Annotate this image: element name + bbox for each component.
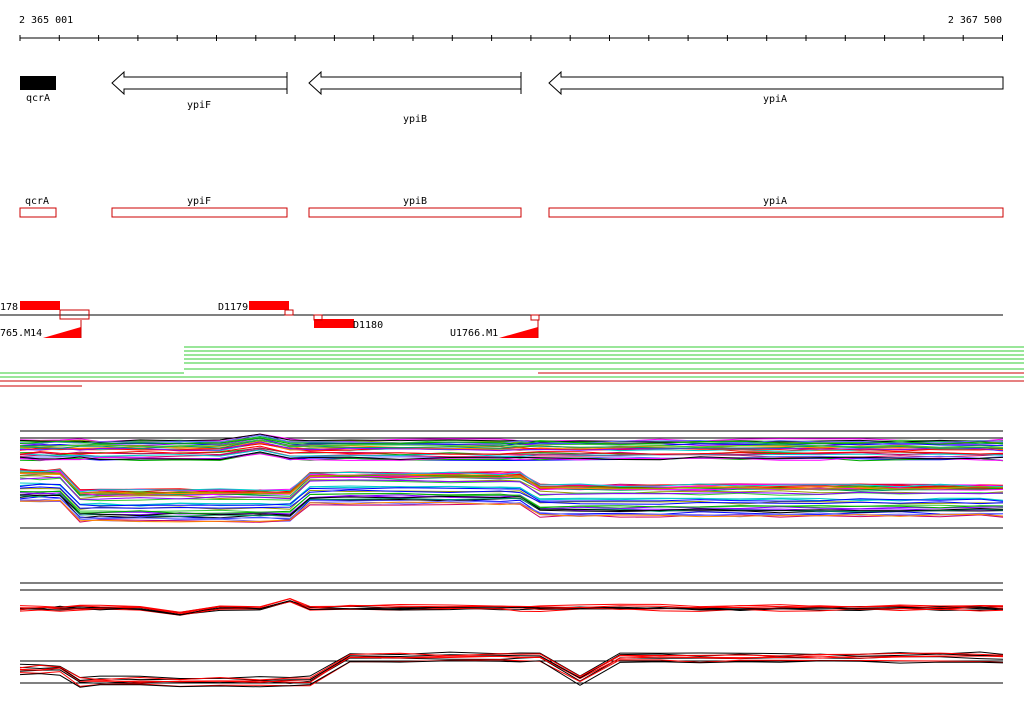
panel2-traces xyxy=(19,597,1004,688)
region-178-label: 178 xyxy=(0,302,18,313)
gene-qcrA-block[interactable] xyxy=(20,76,56,90)
panel2-trace-lower xyxy=(19,659,1004,687)
annot-ypiA-label: ypiA xyxy=(763,196,787,207)
gene-ypiB-arrow[interactable] xyxy=(308,70,522,96)
region-D1180-label: D1180 xyxy=(353,320,383,331)
region-D1179-label: D1179 xyxy=(218,302,248,313)
region-765-wedge xyxy=(43,327,81,338)
gene-ypiF-arrow[interactable] xyxy=(111,70,288,96)
annot-ypiF-label: ypiF xyxy=(187,196,211,207)
gene-qcrA-label: qcrA xyxy=(26,93,50,104)
annot-qcrA-box[interactable] xyxy=(19,207,57,218)
gene-ypiF-label: ypiF xyxy=(187,100,211,111)
panel2-trace-upper xyxy=(20,598,1004,614)
region-track: 178 765.M14 D1179 D1180 U1766.M1 xyxy=(0,301,1003,339)
expression-panel-1 xyxy=(19,430,1004,529)
annot-ypiB-box[interactable] xyxy=(308,207,522,218)
panel1-traces xyxy=(19,433,1004,523)
annot-ypiF-box[interactable] xyxy=(111,207,288,218)
gene-ypiA-arrow[interactable] xyxy=(548,70,1004,96)
region-U1766-wedge xyxy=(499,327,538,338)
annot-ypiA-box[interactable] xyxy=(548,207,1004,218)
region-D1179-bracket xyxy=(284,309,294,316)
annotation-track: qcrA ypiF ypiB ypiA xyxy=(19,196,1004,218)
gene-ypiA-label: ypiA xyxy=(763,94,787,105)
annot-qcrA-label: qcrA xyxy=(25,196,49,207)
genome-browser-view: 2 365 001 2 367 500 qcrA ypiF ypiB ypiA … xyxy=(0,15,1024,688)
coverage-lines xyxy=(0,346,1024,387)
ruler-start-label: 2 365 001 xyxy=(19,15,73,26)
gene-track: qcrA ypiF ypiB ypiA xyxy=(20,70,1004,125)
region-U1766-label: U1766.M1 xyxy=(450,328,498,339)
region-765-label: 765.M14 xyxy=(0,328,42,339)
region-U1766-bracket xyxy=(530,314,540,321)
annot-ypiB-label: ypiB xyxy=(403,196,427,207)
expression-panel-2 xyxy=(19,582,1004,688)
region-D1179-block[interactable] xyxy=(249,301,289,310)
gene-ypiB-label: ypiB xyxy=(403,114,427,125)
panel2-trace-upper xyxy=(19,600,1004,616)
region-178-block[interactable] xyxy=(20,301,60,310)
ruler-end-label: 2 367 500 xyxy=(948,15,1002,26)
coordinate-ruler: 2 365 001 2 367 500 xyxy=(19,15,1003,41)
